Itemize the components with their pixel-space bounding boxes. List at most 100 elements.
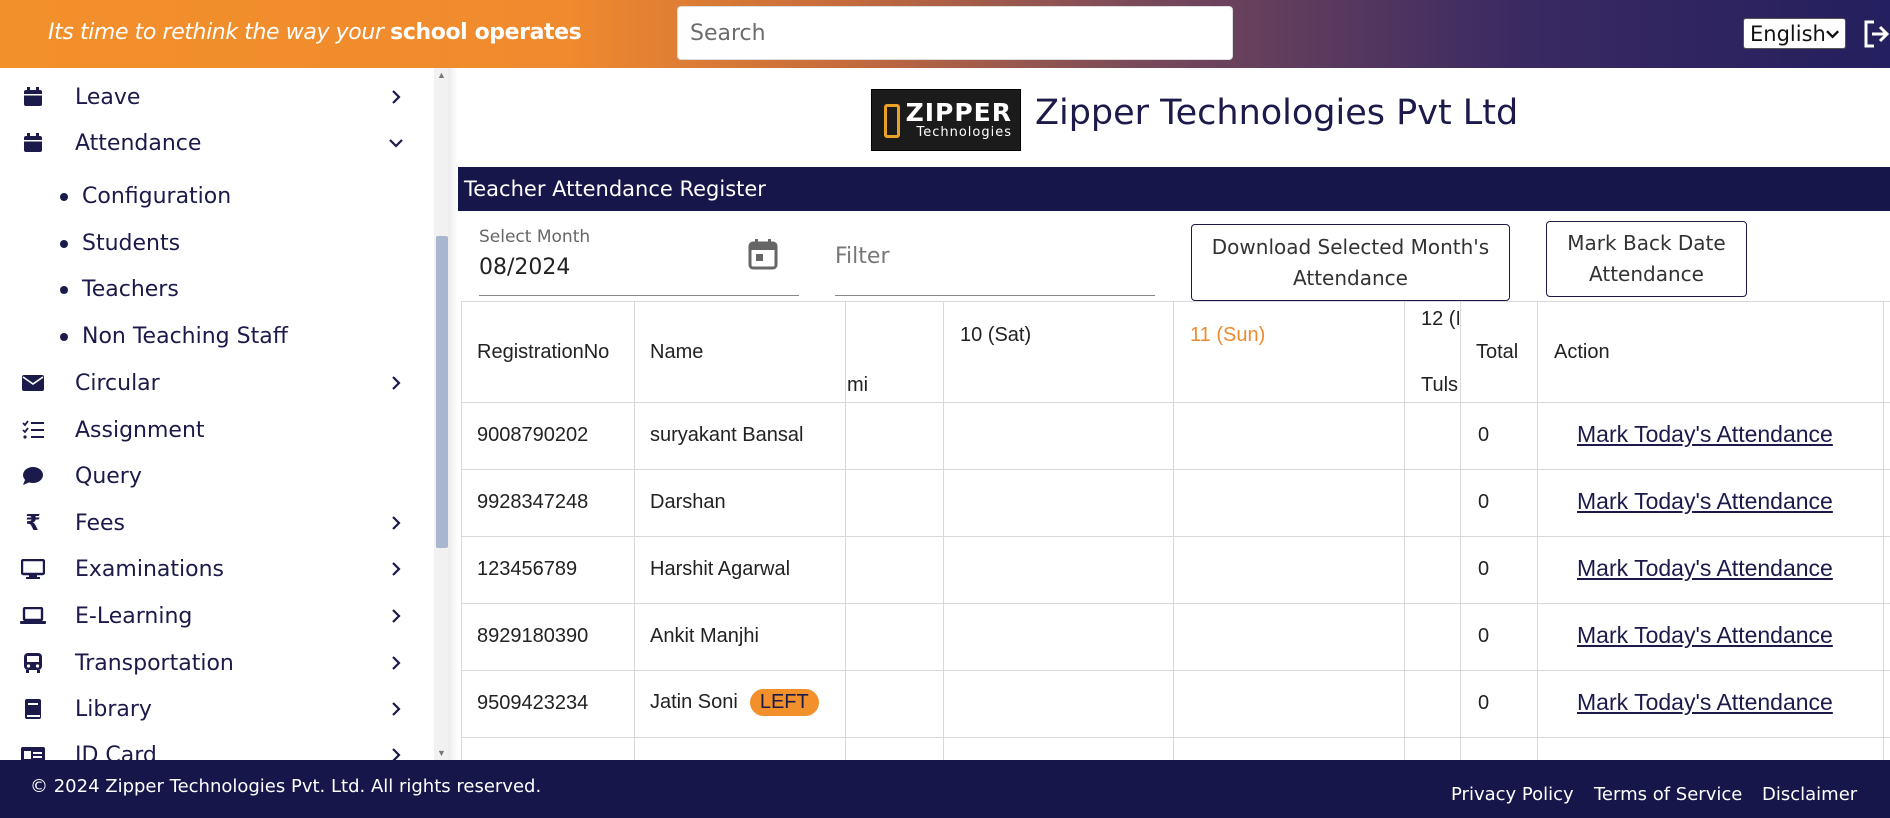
chevron-right-icon: [392, 748, 401, 760]
sidebar-subitem-non-teaching-staff[interactable]: Non Teaching Staff: [60, 324, 288, 349]
sidebar-item-label: Query: [75, 463, 142, 489]
column-header-day-12-sub: Tuls: [1421, 374, 1459, 396]
chevron-right-icon: [392, 562, 401, 576]
subitem-label: Students: [82, 231, 181, 256]
terms-of-service-link[interactable]: Terms of Service: [1594, 784, 1742, 805]
book-icon: [20, 696, 46, 722]
company-logo: ZIPPER Technologies: [871, 89, 1021, 151]
sidebar-subitem-teachers[interactable]: Teachers: [60, 277, 179, 302]
sidebar-item-library[interactable]: Library: [0, 689, 420, 729]
cell-name-with-badge: Jatin Soni LEFT: [650, 689, 819, 716]
sidebar-item-query[interactable]: Query: [0, 456, 420, 496]
sidebar-item-circular[interactable]: Circular: [0, 363, 420, 403]
sidebar-item-label: Fees: [75, 510, 125, 536]
envelope-icon: [20, 370, 46, 396]
column-header-total: Total: [1476, 341, 1519, 363]
language-select[interactable]: English: [1743, 18, 1846, 49]
mark-today-attendance-link[interactable]: Mark Today's Attendance: [1577, 622, 1833, 649]
month-label: Select Month: [479, 227, 591, 247]
mark-today-attendance-link[interactable]: Mark Today's Attendance: [1577, 421, 1833, 448]
column-header-name: Name: [650, 341, 704, 363]
chevron-right-icon: [392, 656, 401, 670]
mark-back-date-attendance-button[interactable]: Mark Back Date Attendance: [1546, 221, 1747, 297]
column-header-day-11: 11 (Sun): [1190, 324, 1266, 346]
cell-name: Ankit Manjhi: [650, 625, 759, 647]
sidebar-item-fees[interactable]: ₹ Fees: [0, 503, 420, 543]
chevron-right-icon: [392, 609, 401, 623]
sidebar-subitem-configuration[interactable]: Configuration: [60, 184, 231, 209]
status-badge: LEFT: [749, 689, 819, 716]
chat-icon: [20, 463, 46, 489]
top-header-bar: Its time to rethink the way your school …: [0, 0, 1890, 68]
cell-registration: 123456789: [477, 558, 578, 580]
footer: © 2024 Zipper Technologies Pvt. Ltd. All…: [0, 760, 1890, 818]
scroll-down-icon[interactable]: ▼: [437, 748, 446, 758]
cell-total: 0: [1478, 558, 1490, 580]
sidebar-item-label: Examinations: [75, 556, 224, 582]
column-header-day-12: 12 (I: [1421, 308, 1459, 330]
cell-name: Jatin Soni: [650, 691, 738, 713]
mark-today-attendance-link[interactable]: Mark Today's Attendance: [1577, 488, 1833, 515]
calendar-icon: [20, 130, 46, 156]
sidebar-item-label: Library: [75, 696, 152, 722]
mark-today-attendance-link[interactable]: Mark Today's Attendance: [1577, 555, 1833, 582]
cell-registration: 8929180390: [477, 625, 589, 647]
download-month-attendance-button[interactable]: Download Selected Month's Attendance: [1191, 224, 1510, 301]
sidebar-item-label: E-Learning: [75, 603, 193, 629]
column-header-partial: mi: [847, 374, 869, 396]
month-underline: [479, 295, 799, 296]
subitem-label: Configuration: [82, 184, 232, 209]
sidebar-item-examinations[interactable]: Examinations: [0, 549, 420, 589]
sidebar-scrollbar-thumb[interactable]: [436, 236, 448, 548]
bullet-icon: [60, 332, 68, 341]
cell-total: 0: [1478, 424, 1490, 446]
cell-registration: 9509423234: [477, 692, 589, 714]
sidebar-subitem-students[interactable]: Students: [60, 231, 180, 256]
sidebar: Leave Attendance Configuration Students …: [0, 68, 452, 760]
sidebar-item-attendance[interactable]: Attendance: [0, 123, 420, 163]
sidebar-item-label: Attendance: [75, 130, 202, 156]
laptop-icon: [20, 603, 46, 629]
company-name: Zipper Technologies Pvt Ltd: [1035, 93, 1519, 133]
chevron-right-icon: [392, 90, 401, 104]
logout-icon[interactable]: [1862, 18, 1890, 50]
chevron-down-icon: [1825, 29, 1839, 38]
rupee-icon: ₹: [25, 510, 41, 536]
sidebar-item-transportation[interactable]: Transportation: [0, 643, 420, 683]
mark-today-attendance-link[interactable]: Mark Today's Attendance: [1577, 689, 1833, 716]
disclaimer-link[interactable]: Disclaimer: [1762, 784, 1857, 805]
sidebar-item-e-learning[interactable]: E-Learning: [0, 596, 420, 636]
column-header-day-10: 10 (Sat): [960, 324, 1032, 346]
copyright-text: © 2024 Zipper Technologies Pvt. Ltd. All…: [30, 776, 542, 797]
sidebar-shadow: [448, 68, 458, 760]
sidebar-item-assignment[interactable]: Assignment: [0, 410, 420, 450]
cell-name: Harshit Agarwal: [650, 558, 791, 580]
bullet-icon: [60, 239, 68, 248]
filter-underline: [835, 295, 1155, 296]
subitem-label: Non Teaching Staff: [82, 324, 288, 349]
calendar-picker-icon[interactable]: [748, 238, 778, 270]
month-input[interactable]: 08/2024: [479, 255, 570, 280]
sidebar-item-label: Circular: [75, 370, 160, 396]
subitem-label: Teachers: [82, 277, 179, 302]
sidebar-item-leave[interactable]: Leave: [0, 77, 420, 117]
register-title: Teacher Attendance Register: [458, 167, 1890, 211]
chevron-right-icon: [392, 702, 401, 716]
sidebar-item-label: ID Card: [75, 742, 157, 761]
cell-total: 0: [1478, 692, 1490, 714]
privacy-policy-link[interactable]: Privacy Policy: [1451, 784, 1574, 805]
cell-name: suryakant Bansal: [650, 424, 804, 446]
bus-icon: [20, 650, 46, 676]
attendance-table: RegistrationNo Name mi 10 (Sat) 11 (Sun)…: [461, 301, 1890, 760]
cell-total: 0: [1478, 625, 1490, 647]
search-input[interactable]: [677, 6, 1233, 60]
scroll-up-icon[interactable]: ▲: [437, 70, 446, 80]
filter-input[interactable]: Filter: [835, 244, 889, 269]
sidebar-item-id-card[interactable]: ID Card: [0, 735, 420, 760]
sidebar-item-label: Transportation: [75, 650, 234, 676]
checklist-icon: [20, 417, 46, 443]
calendar-icon: [20, 84, 46, 110]
sidebar-item-label: Assignment: [75, 417, 205, 443]
logo-text: ZIPPER: [905, 98, 1012, 127]
sidebar-item-label: Leave: [75, 84, 141, 110]
